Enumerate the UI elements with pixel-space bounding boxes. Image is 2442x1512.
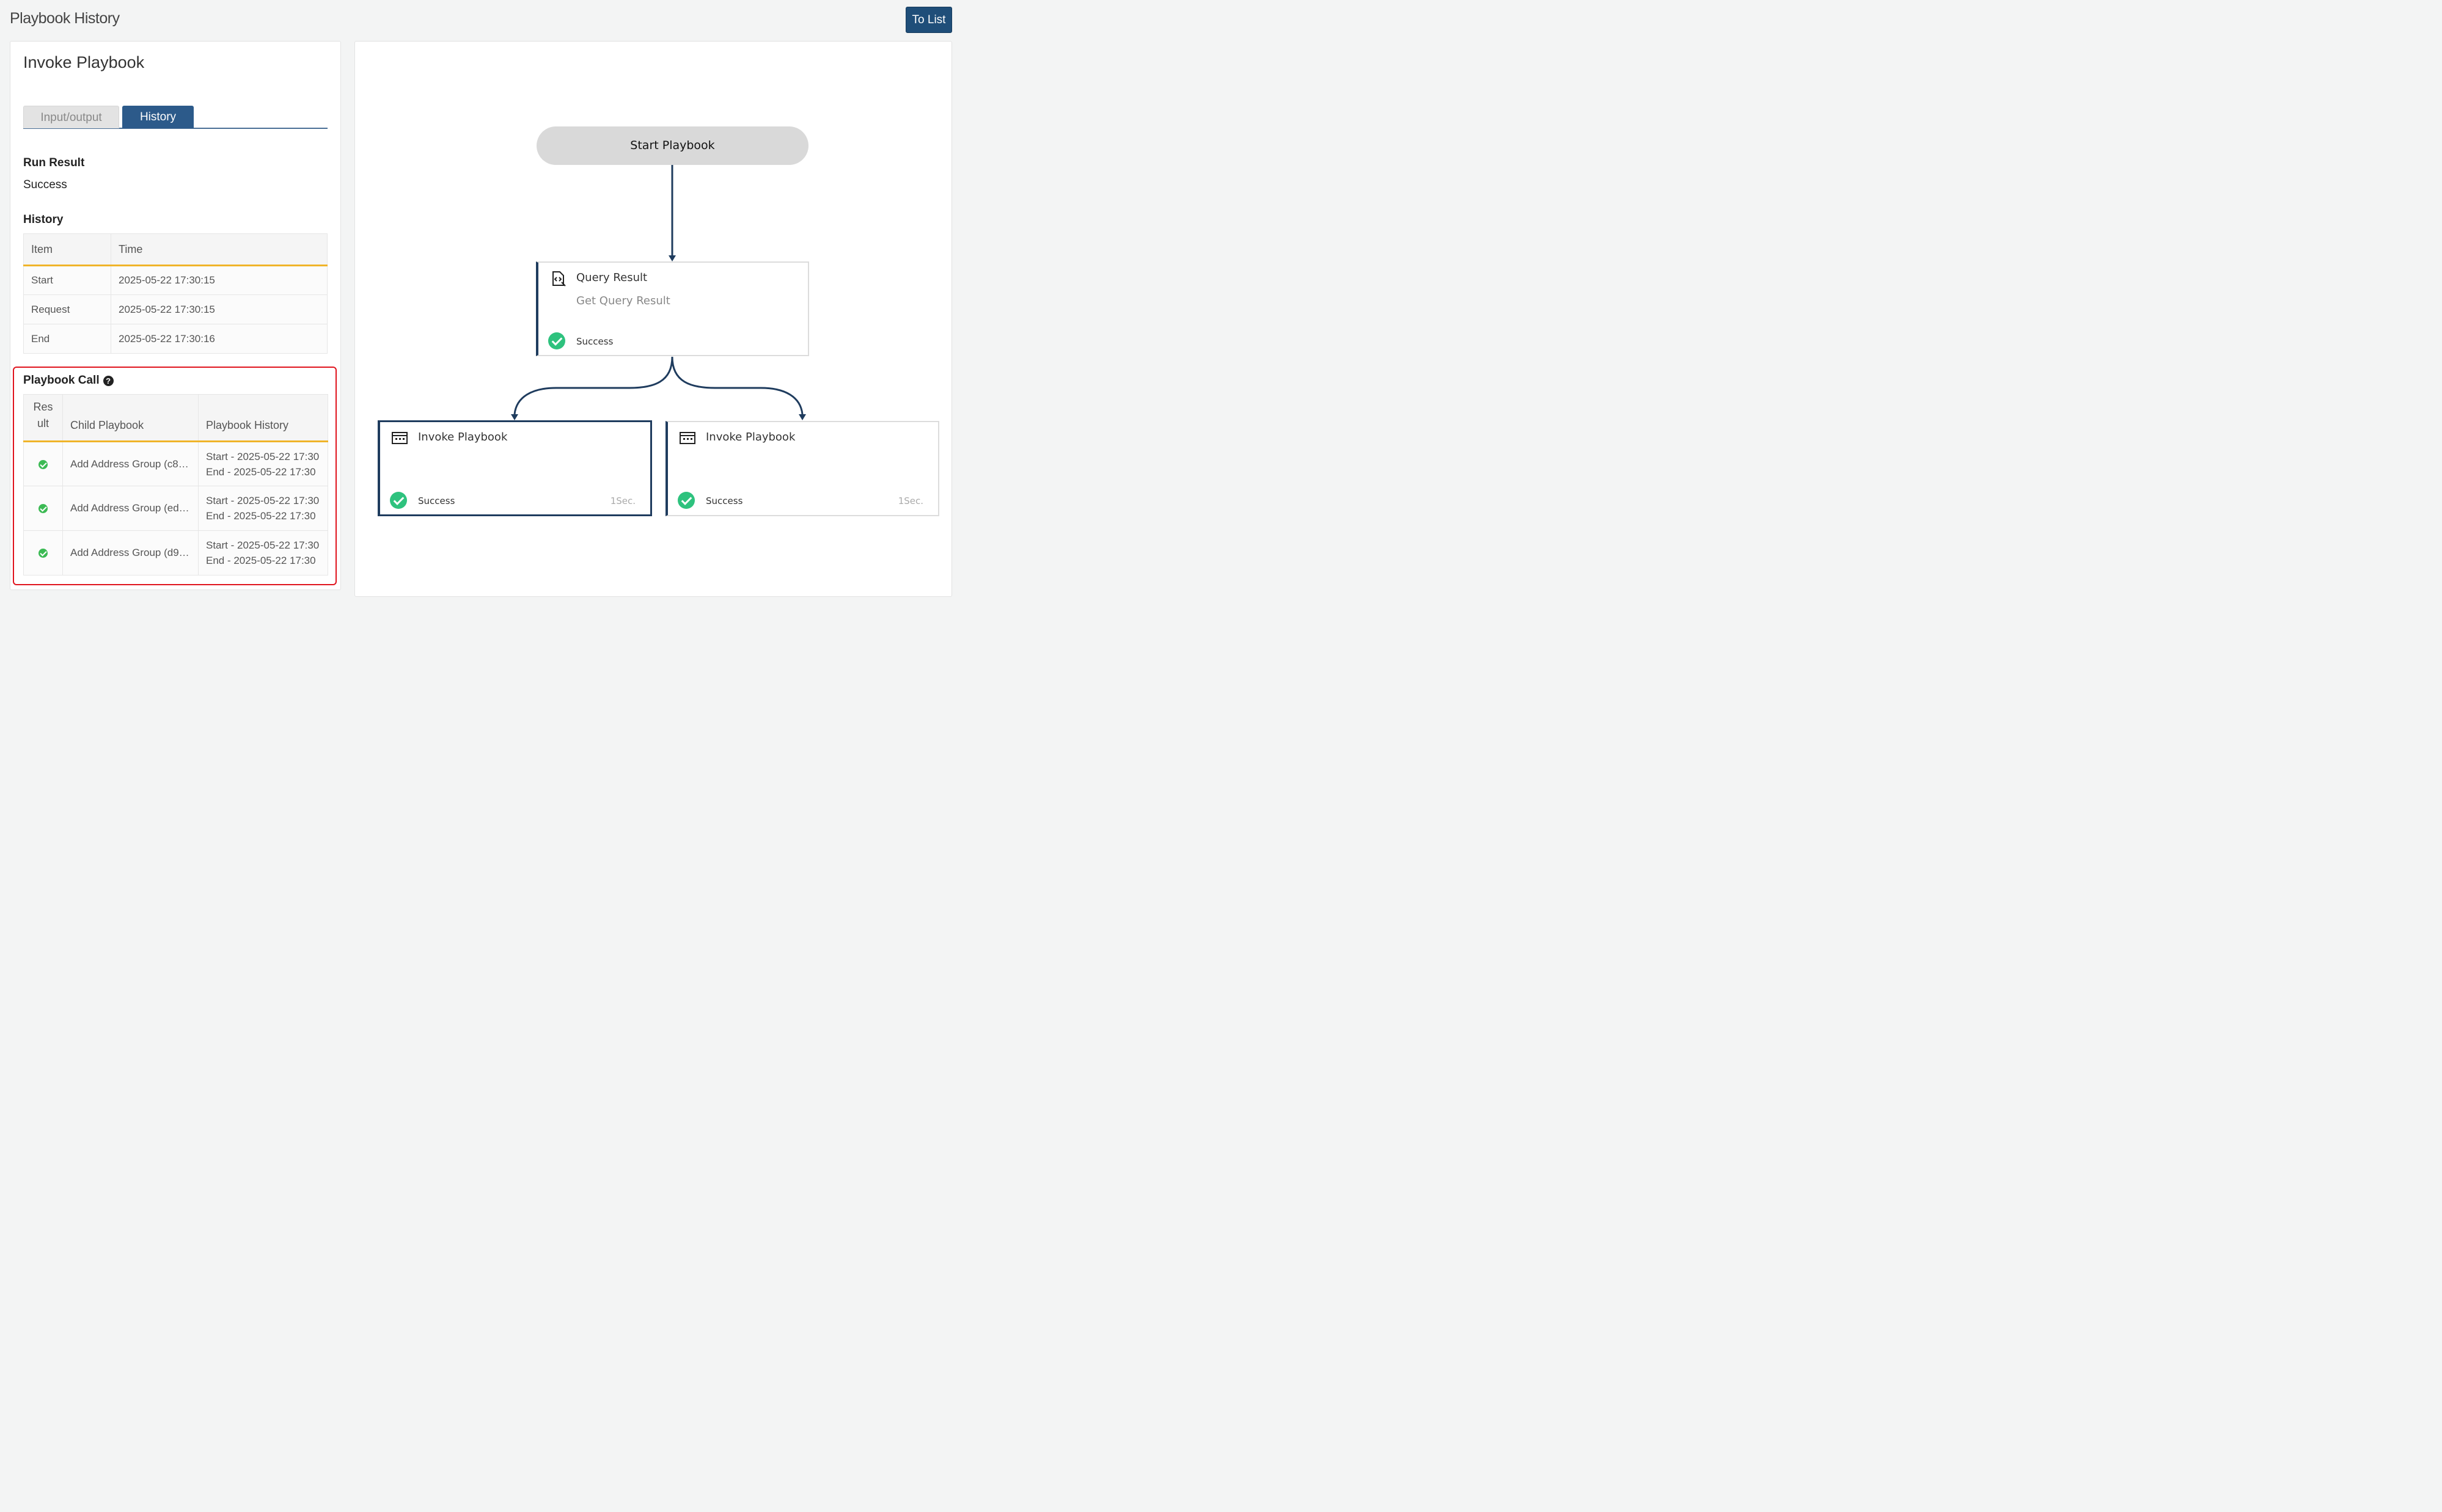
query-result-node[interactable]: Query Result Get Query Result Success — [536, 261, 809, 356]
node-status: Success — [418, 495, 455, 506]
node-subtitle: Get Query Result — [576, 294, 670, 307]
script-doc-icon — [552, 271, 566, 287]
node-duration: 1Sec. — [898, 495, 923, 506]
connector-query-invoke-left — [513, 356, 673, 415]
invoke-playbook-node-selected[interactable]: Invoke Playbook Success 1Sec. — [378, 420, 652, 516]
node-status: Success — [706, 495, 743, 506]
connector-query-invoke-right — [671, 356, 804, 415]
arrow-head — [511, 414, 518, 420]
node-status: Success — [576, 336, 614, 347]
window-icon — [392, 432, 408, 444]
arrow-head — [799, 414, 806, 420]
success-check-icon — [390, 492, 407, 509]
arrow-head — [669, 255, 676, 261]
success-check-icon — [548, 332, 565, 349]
node-title: Query Result — [576, 271, 648, 284]
node-duration: 1Sec. — [610, 495, 636, 506]
start-playbook-node[interactable]: Start Playbook — [537, 126, 809, 165]
invoke-playbook-node[interactable]: Invoke Playbook Success 1Sec. — [666, 421, 939, 516]
success-check-icon — [678, 492, 695, 509]
window-icon — [680, 432, 695, 444]
node-title: Invoke Playbook — [706, 431, 796, 444]
node-title: Invoke Playbook — [418, 431, 508, 444]
